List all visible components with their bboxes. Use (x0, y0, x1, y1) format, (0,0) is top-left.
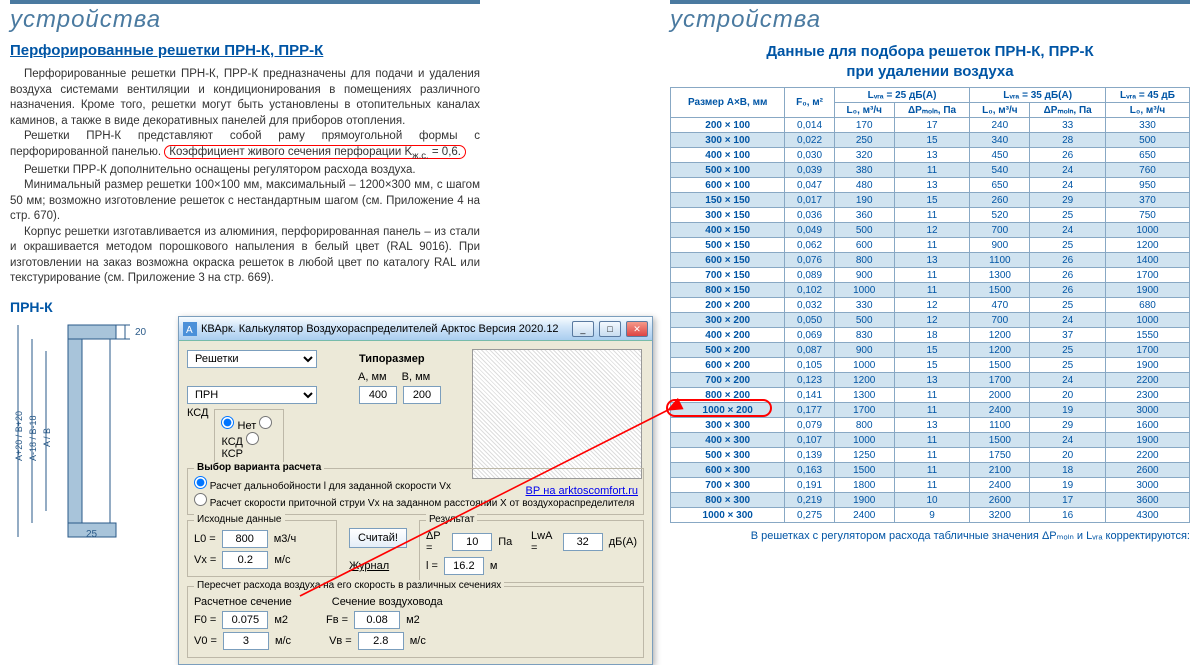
diagram-label: ПРН-К (10, 299, 480, 315)
dim-b-input[interactable] (403, 386, 441, 404)
dim-a-input[interactable] (359, 386, 397, 404)
tech-drawing: 20 25 A+20 / B+20 A-18 / B-18 A / B (10, 321, 190, 541)
ksd-label: КСД (187, 407, 208, 419)
band-right: устройства (670, 0, 1190, 34)
table-row: 150 × 1500,0171901526029370 (671, 193, 1190, 208)
table-row: 400 × 2000,069830181200371550 (671, 328, 1190, 343)
app-icon: А (183, 322, 197, 336)
table-row: 500 × 3000,1391250111750202200 (671, 448, 1190, 463)
band-left: устройства (10, 0, 480, 34)
para-3: Решетки ПРР-К дополнительно оснащены рег… (10, 163, 480, 179)
para-5: Корпус решетки изготавливается из алюмин… (10, 225, 480, 287)
svg-text:A+20 / B+20: A+20 / B+20 (14, 411, 24, 461)
svg-text:20: 20 (135, 327, 147, 338)
window-title: КВАрк. Калькулятор Воздухораспределителе… (201, 323, 570, 335)
th-lwa25: Lᵥᵣₐ = 25 дБ(А) (834, 88, 970, 103)
table-row: 800 × 3000,2191900102600173600 (671, 493, 1190, 508)
svg-text:A-18 / B-18: A-18 / B-18 (28, 415, 38, 461)
variant2-radio[interactable]: Расчет скорости приточной струи Vx на за… (194, 493, 637, 509)
highlight-coeff: Коэффициент живого сечения перфорации Kж… (164, 145, 466, 159)
table-row: 700 × 3000,1911800112400193000 (671, 478, 1190, 493)
grille-type-select[interactable]: Решетки (187, 350, 317, 368)
table-row: 600 × 2000,1051000151500251900 (671, 358, 1190, 373)
vx-input[interactable] (222, 551, 268, 569)
calculate-button[interactable]: Считай! (349, 528, 407, 548)
table-row: 500 × 1500,06260011900251200 (671, 238, 1190, 253)
table-footnote: В решетках с регулятором расхода табличн… (670, 529, 1190, 542)
table-row: 1000 × 3000,275240093200164300 (671, 508, 1190, 523)
table-row: 700 × 1500,089900111300261700 (671, 268, 1190, 283)
model-select[interactable]: ПРН (187, 386, 317, 404)
vv-output (358, 632, 404, 650)
f0-input[interactable] (222, 611, 268, 629)
table-row: 700 × 2000,1231200131700242200 (671, 373, 1190, 388)
calculator-dialog: А КВАрк. Калькулятор Воздухораспределите… (178, 316, 653, 665)
table-row: 500 × 1000,0393801154024760 (671, 163, 1190, 178)
l-output (444, 557, 484, 575)
variant-group: Выбор варианта расчета Расчет дальнобойн… (187, 468, 644, 515)
table-row: 200 × 2000,0323301247025680 (671, 298, 1190, 313)
table-row: 600 × 1000,0474801365024950 (671, 178, 1190, 193)
th-f0: F₀, м² (785, 88, 834, 118)
variant1-radio[interactable]: Расчет дальнобойности l для заданной ско… (194, 476, 637, 492)
para-2: Решетки ПРН-К представляют собой раму пр… (10, 129, 480, 163)
table-row: 1000 × 2000,1771700112400193000 (671, 403, 1190, 418)
ksd-none-radio[interactable]: Нет (221, 420, 256, 432)
table-row: 300 × 2000,05050012700241000 (671, 313, 1190, 328)
table-row: 200 × 1000,0141701724033330 (671, 118, 1190, 133)
svg-text:25: 25 (86, 529, 98, 540)
table-row: 800 × 1500,1021000111500261900 (671, 283, 1190, 298)
th-lwa35: Lᵥᵣₐ = 35 дБ(А) (970, 88, 1106, 103)
section-title: Перфорированные решетки ПРН-К, ПРР-К (10, 42, 480, 59)
table-title: Данные для подбора решеток ПРН-К, ПРР-К … (670, 42, 1190, 81)
table-row: 600 × 1500,076800131100261400 (671, 253, 1190, 268)
para-1: Перфорированные решетки ПРН-К, ПРР-К пре… (10, 67, 480, 129)
log-link[interactable]: Журнал (349, 560, 389, 572)
table-row: 300 × 3000,079800131100291600 (671, 418, 1190, 433)
table-row: 600 × 3000,1631500112100182600 (671, 463, 1190, 478)
doc-right-column: устройства Данные для подбора решеток ПР… (670, 0, 1190, 542)
minimize-button[interactable]: _ (572, 321, 594, 337)
l0-input[interactable] (222, 530, 268, 548)
grille-preview (472, 349, 642, 479)
svg-text:A / B: A / B (42, 428, 52, 447)
table-row: 400 × 1000,0303201345026650 (671, 148, 1190, 163)
dp-output (452, 533, 492, 551)
typesize-label: Типоразмер (359, 353, 425, 365)
table-row: 400 × 3000,1071000111500241900 (671, 433, 1190, 448)
th-lwa45: Lᵥᵣₐ = 45 дБ (1105, 88, 1189, 103)
fv-input[interactable] (354, 611, 400, 629)
th-size: Размер A×B, мм (671, 88, 785, 118)
table-row: 500 × 2000,087900151200251700 (671, 343, 1190, 358)
maximize-button[interactable]: □ (599, 321, 621, 337)
recalc-group: Пересчет расхода воздуха на его скорость… (187, 586, 644, 658)
table-row: 400 × 1500,04950012700241000 (671, 223, 1190, 238)
table-row: 300 × 1500,0363601152025750 (671, 208, 1190, 223)
data-table: Размер A×B, мм F₀, м² Lᵥᵣₐ = 25 дБ(А) Lᵥ… (670, 87, 1190, 523)
table-row: 300 × 1000,0222501534028500 (671, 133, 1190, 148)
lwa-output (563, 533, 603, 551)
v0-output (223, 632, 269, 650)
table-row: 800 × 2000,1411300112000202300 (671, 388, 1190, 403)
result-group: Результат ΔP =Па LwA =дБ(А) l =м (419, 520, 644, 583)
svg-text:А: А (186, 325, 193, 336)
source-data-group: Исходные данные L0 =м3/ч Vx =м/с (187, 520, 337, 577)
para-4: Минимальный размер решетки 100×100 мм, м… (10, 178, 480, 225)
close-button[interactable]: ✕ (626, 321, 648, 337)
titlebar[interactable]: А КВАрк. Калькулятор Воздухораспределите… (179, 317, 652, 341)
body-text: Перфорированные решетки ПРН-К, ПРР-К пре… (10, 67, 480, 287)
